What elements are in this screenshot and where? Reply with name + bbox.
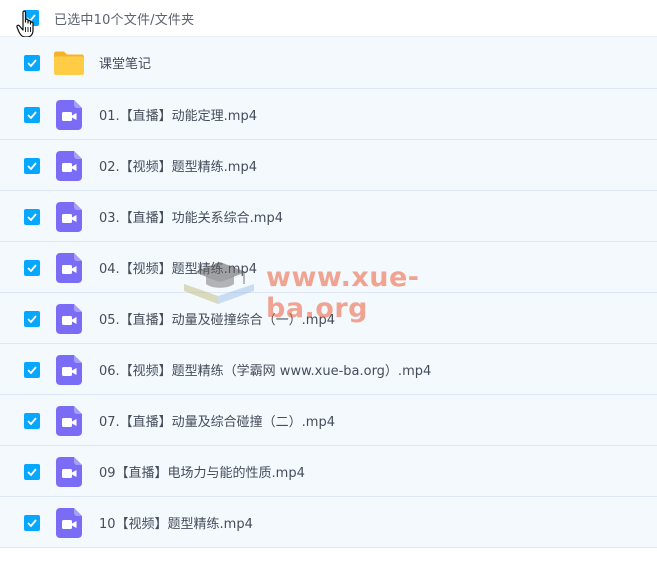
row-checkbox[interactable]	[24, 260, 40, 276]
file-row-video[interactable]: 07.【直播】动量及综合碰撞（二）.mp4	[0, 395, 657, 446]
file-name[interactable]: 09【直播】电场力与能的性质.mp4	[99, 462, 305, 481]
file-row-video[interactable]: 03.【直播】功能关系综合.mp4	[0, 191, 657, 242]
video-file-icon	[56, 253, 82, 283]
row-checkbox[interactable]	[24, 413, 40, 429]
row-checkbox[interactable]	[24, 158, 40, 174]
file-row-video[interactable]: 10【视频】题型精练.mp4	[0, 497, 657, 548]
file-name[interactable]: 04.【视频】题型精练.mp4	[99, 258, 257, 277]
row-checkbox[interactable]	[24, 311, 40, 327]
file-name[interactable]: 03.【直播】功能关系综合.mp4	[99, 207, 283, 226]
file-row-video[interactable]: 06.【视频】题型精练（学霸网 www.xue-ba.org）.mp4	[0, 344, 657, 395]
video-file-icon	[56, 355, 82, 385]
hand-cursor-icon	[16, 10, 34, 38]
file-name[interactable]: 01.【直播】动能定理.mp4	[99, 105, 257, 124]
video-file-icon	[56, 202, 82, 232]
selection-header: 已选中10个文件/文件夹	[0, 0, 657, 38]
file-list: 课堂笔记 01.【直播】动能定理.mp4 02.【视频】题型精练.mp4 03.…	[0, 37, 657, 548]
video-file-icon	[56, 100, 82, 130]
file-row-video[interactable]: 05.【直播】动量及碰撞综合（一）.mp4	[0, 293, 657, 344]
file-name[interactable]: 10【视频】题型精练.mp4	[99, 513, 253, 532]
video-file-icon	[56, 457, 82, 487]
row-checkbox[interactable]	[24, 515, 40, 531]
selection-count-text: 已选中10个文件/文件夹	[54, 13, 195, 28]
row-checkbox[interactable]	[24, 362, 40, 378]
row-checkbox[interactable]	[24, 464, 40, 480]
file-name[interactable]: 02.【视频】题型精练.mp4	[99, 156, 257, 175]
file-row-video[interactable]: 02.【视频】题型精练.mp4	[0, 140, 657, 191]
file-row-folder[interactable]: 课堂笔记	[0, 37, 657, 89]
file-row-video[interactable]: 01.【直播】动能定理.mp4	[0, 89, 657, 140]
row-checkbox[interactable]	[24, 107, 40, 123]
file-row-video[interactable]: 04.【视频】题型精练.mp4	[0, 242, 657, 293]
video-file-icon	[56, 151, 82, 181]
file-name[interactable]: 06.【视频】题型精练（学霸网 www.xue-ba.org）.mp4	[99, 360, 431, 379]
file-row-video[interactable]: 09【直播】电场力与能的性质.mp4	[0, 446, 657, 497]
file-name[interactable]: 课堂笔记	[99, 53, 151, 72]
folder-icon	[54, 51, 84, 75]
file-name[interactable]: 07.【直播】动量及综合碰撞（二）.mp4	[99, 411, 335, 430]
file-name[interactable]: 05.【直播】动量及碰撞综合（一）.mp4	[99, 309, 335, 328]
video-file-icon	[56, 406, 82, 436]
row-checkbox[interactable]	[24, 209, 40, 225]
row-checkbox[interactable]	[24, 55, 40, 71]
video-file-icon	[56, 508, 82, 538]
video-file-icon	[56, 304, 82, 334]
